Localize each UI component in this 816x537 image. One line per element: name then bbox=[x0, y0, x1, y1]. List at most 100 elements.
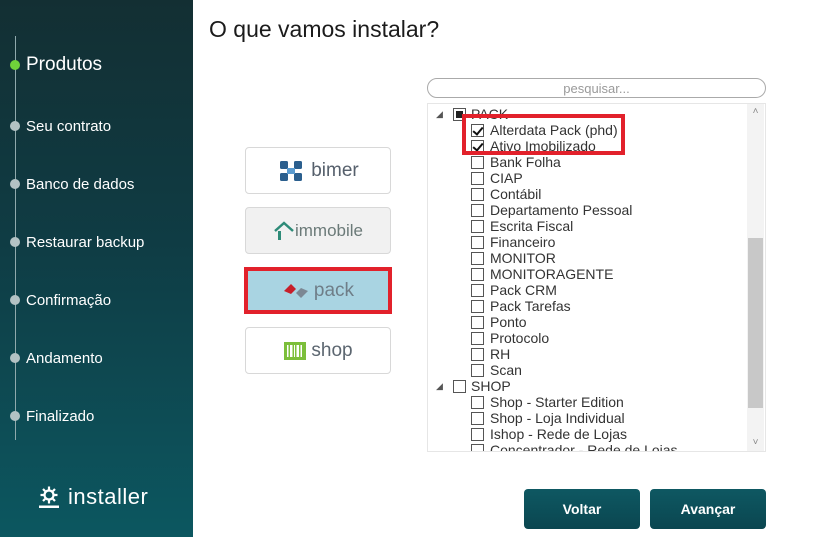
product-name: immobile bbox=[294, 220, 364, 240]
search-input[interactable] bbox=[427, 78, 766, 98]
item-checkbox[interactable] bbox=[471, 283, 484, 297]
expander-icon[interactable]: ◢ bbox=[436, 381, 443, 392]
item-label: Pack Tarefas bbox=[490, 298, 571, 314]
product-card-bimer[interactable]: bimer bbox=[245, 147, 391, 194]
item-label: Protocolo bbox=[490, 330, 550, 346]
item-checkbox[interactable] bbox=[471, 251, 484, 265]
step-seu-contrato[interactable]: Seu contrato bbox=[10, 115, 111, 137]
tree-item[interactable]: Financeiro bbox=[471, 234, 555, 250]
item-label: Scan bbox=[490, 362, 522, 378]
step-dot-icon bbox=[10, 179, 20, 189]
tree-item[interactable]: Protocolo bbox=[471, 330, 549, 346]
item-label: Pack CRM bbox=[490, 282, 557, 298]
item-checkbox[interactable] bbox=[471, 203, 484, 217]
step-dot-icon bbox=[10, 121, 20, 131]
step-dot-icon bbox=[10, 353, 20, 363]
step-label: Produtos bbox=[26, 54, 103, 75]
step-label: Finalizado bbox=[26, 407, 95, 425]
item-label: Escrita Fiscal bbox=[490, 218, 574, 234]
tree-item[interactable]: CIAP bbox=[471, 170, 523, 186]
scroll-down-icon[interactable]: ˅ bbox=[747, 435, 764, 451]
sidebar: Produtos Seu contrato Banco de dados Res… bbox=[0, 0, 193, 537]
item-checkbox[interactable] bbox=[471, 219, 484, 233]
item-label: RH bbox=[490, 346, 511, 362]
item-checkbox[interactable] bbox=[471, 331, 484, 345]
item-checkbox[interactable] bbox=[471, 235, 484, 249]
tree-group-pack[interactable]: ◢ PACK bbox=[436, 106, 509, 122]
item-checkbox[interactable] bbox=[471, 267, 484, 281]
expander-icon[interactable]: ◢ bbox=[436, 109, 443, 120]
tree-item[interactable]: Pack Tarefas bbox=[471, 298, 571, 314]
item-checkbox[interactable] bbox=[471, 395, 484, 409]
item-label: Concentrador - Rede de Lojas bbox=[490, 442, 678, 452]
item-checkbox[interactable] bbox=[471, 427, 484, 441]
installer-window: Produtos Seu contrato Banco de dados Res… bbox=[0, 0, 816, 537]
barcode-icon bbox=[284, 341, 307, 360]
tree-item[interactable]: Contábil bbox=[471, 186, 541, 202]
item-label: CIAP bbox=[490, 170, 523, 186]
back-button[interactable]: Voltar bbox=[524, 489, 640, 529]
item-checkbox[interactable] bbox=[471, 123, 484, 137]
installer-logo: installer bbox=[36, 484, 148, 510]
item-checkbox[interactable] bbox=[471, 139, 484, 153]
tree-scrollbar[interactable]: ˄ ˅ bbox=[747, 104, 764, 451]
tree-item[interactable]: Ishop - Rede de Lojas bbox=[471, 426, 627, 442]
product-name: shop bbox=[311, 339, 353, 361]
step-banco-de-dados[interactable]: Banco de dados bbox=[10, 173, 134, 195]
item-checkbox[interactable] bbox=[471, 347, 484, 361]
product-card-immobile[interactable]: immobile bbox=[245, 207, 391, 254]
scroll-up-icon[interactable]: ˄ bbox=[747, 104, 764, 120]
tree-item[interactable]: MONITOR bbox=[471, 250, 556, 266]
step-finalizado[interactable]: Finalizado bbox=[10, 405, 94, 427]
step-label: Confirmação bbox=[26, 291, 112, 309]
item-checkbox[interactable] bbox=[471, 315, 484, 329]
step-confirmacao[interactable]: Confirmação bbox=[10, 289, 111, 311]
pack-logo-icon bbox=[283, 283, 308, 298]
item-checkbox[interactable] bbox=[471, 363, 484, 377]
item-label: Ativo Imobilizado bbox=[490, 138, 596, 154]
tree-item[interactable]: Concentrador - Rede de Lojas bbox=[471, 442, 678, 452]
product-name: bimer bbox=[311, 159, 359, 181]
item-checkbox[interactable] bbox=[471, 443, 484, 451]
item-checkbox[interactable] bbox=[471, 155, 484, 169]
page-title: O que vamos instalar? bbox=[209, 16, 440, 42]
product-card-pack[interactable]: pack bbox=[244, 267, 392, 314]
group-checkbox[interactable] bbox=[453, 379, 466, 393]
tree-item[interactable]: Ponto bbox=[471, 314, 527, 330]
step-label: Seu contrato bbox=[26, 117, 112, 135]
group-label: PACK bbox=[471, 106, 509, 122]
tree-item[interactable]: Shop - Starter Edition bbox=[471, 394, 624, 410]
item-checkbox[interactable] bbox=[471, 299, 484, 313]
item-label: Contábil bbox=[490, 186, 542, 202]
tree-item[interactable]: Shop - Loja Individual bbox=[471, 410, 625, 426]
scrollbar-thumb[interactable] bbox=[748, 238, 763, 408]
tree-item[interactable]: MONITORAGENTE bbox=[471, 266, 613, 282]
step-produtos[interactable]: Produtos bbox=[10, 54, 102, 76]
step-label: Restaurar backup bbox=[26, 233, 145, 251]
next-button[interactable]: Avançar bbox=[650, 489, 766, 529]
tree-item[interactable]: Alterdata Pack (phd) bbox=[471, 122, 618, 138]
tree-item[interactable]: RH bbox=[471, 346, 510, 362]
tree-content: ◢ PACK Alterdata Pack (phd) Ativo Imobil… bbox=[428, 104, 748, 452]
group-label: SHOP bbox=[471, 378, 511, 394]
item-checkbox[interactable] bbox=[471, 171, 484, 185]
tree-group-shop[interactable]: ◢ SHOP bbox=[436, 378, 511, 394]
group-checkbox[interactable] bbox=[453, 107, 466, 121]
product-tree: ◢ PACK Alterdata Pack (phd) Ativo Imobil… bbox=[427, 103, 766, 452]
tree-item[interactable]: Departamento Pessoal bbox=[471, 202, 632, 218]
brand-text: installer bbox=[68, 484, 149, 509]
item-label: Bank Folha bbox=[490, 154, 561, 170]
gear-icon bbox=[39, 486, 59, 508]
product-card-shop[interactable]: shop bbox=[245, 327, 391, 374]
tree-item[interactable]: Pack CRM bbox=[471, 282, 557, 298]
item-checkbox[interactable] bbox=[471, 187, 484, 201]
tree-item[interactable]: Escrita Fiscal bbox=[471, 218, 573, 234]
tree-item[interactable]: Bank Folha bbox=[471, 154, 561, 170]
step-restaurar-backup[interactable]: Restaurar backup bbox=[10, 231, 144, 253]
tree-item[interactable]: Scan bbox=[471, 362, 522, 378]
tree-item[interactable]: Ativo Imobilizado bbox=[471, 138, 596, 154]
step-dot-icon bbox=[10, 411, 20, 421]
step-andamento[interactable]: Andamento bbox=[10, 347, 103, 369]
item-checkbox[interactable] bbox=[471, 411, 484, 425]
item-label: Ponto bbox=[490, 314, 527, 330]
